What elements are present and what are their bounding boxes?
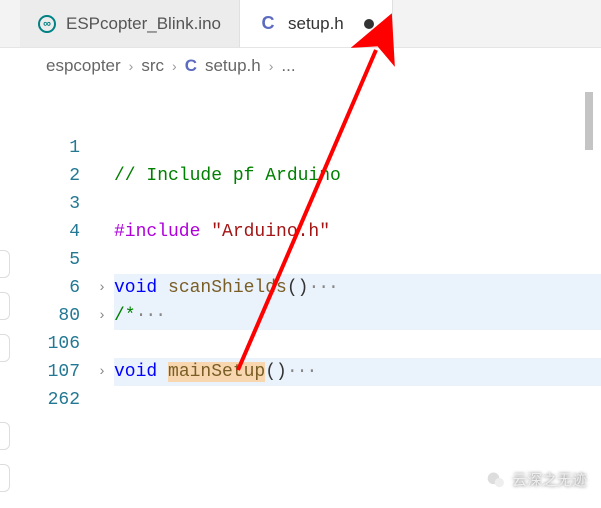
line-number: 106 [20, 330, 80, 358]
code-content[interactable]: // Include pf Arduino #include "Arduino.h… [114, 134, 601, 414]
code-line[interactable]: // Include pf Arduino [114, 162, 601, 190]
dirty-indicator-icon [364, 19, 374, 29]
line-number: 80 [20, 302, 80, 330]
fold-spacer [90, 246, 114, 274]
fold-spacer [90, 162, 114, 190]
code-token: /* [114, 306, 136, 326]
line-number: 6 [20, 274, 80, 302]
code-line[interactable]: #include "Arduino.h" [114, 218, 601, 246]
line-number: 5 [20, 246, 80, 274]
fold-spacer [90, 218, 114, 246]
code-line[interactable]: /*··· [114, 302, 601, 330]
code-token: void [114, 278, 168, 298]
tab-setup-h[interactable]: C setup.h [240, 0, 393, 47]
code-line[interactable] [114, 190, 601, 218]
fold-chevron-icon[interactable]: › [90, 358, 114, 386]
tab-label: setup.h [288, 14, 344, 34]
code-line[interactable]: void scanShields()··· [114, 274, 601, 302]
code-token: () [287, 278, 309, 298]
code-token: () [265, 362, 287, 382]
code-token: // Include pf Arduino [114, 166, 341, 186]
line-number: 2 [20, 162, 80, 190]
line-number: 4 [20, 218, 80, 246]
wechat-icon [486, 470, 506, 490]
code-line[interactable]: void mainSetup()··· [114, 358, 601, 386]
tab-espcopter-blink[interactable]: ∞ ESPcopter_Blink.ino [20, 0, 240, 47]
fold-chevron-icon[interactable]: › [90, 274, 114, 302]
c-file-icon: C [258, 14, 278, 34]
code-token: ··· [308, 278, 337, 298]
chevron-right-icon: › [172, 58, 177, 74]
fold-spacer [90, 386, 114, 414]
code-token: "Arduino.h" [211, 222, 330, 242]
fold-spacer [90, 330, 114, 358]
code-token: void [114, 362, 168, 382]
crumb-folder[interactable]: espcopter [46, 56, 121, 76]
code-line[interactable] [114, 134, 601, 162]
fold-chevron-icon[interactable]: › [90, 302, 114, 330]
code-token: ··· [136, 306, 165, 326]
fold-spacer [90, 190, 114, 218]
breadcrumb[interactable]: espcopter › src › C setup.h › ... [0, 48, 601, 84]
minimap-slider[interactable] [585, 92, 593, 150]
line-number: 262 [20, 386, 80, 414]
crumb-more[interactable]: ... [281, 56, 295, 76]
left-edge-decor [0, 250, 10, 506]
code-token: scanShields [168, 278, 287, 298]
code-token: mainSetup [168, 362, 265, 382]
code-line[interactable] [114, 330, 601, 358]
line-number: 3 [20, 190, 80, 218]
crumb-file[interactable]: setup.h [205, 56, 261, 76]
line-number: 1 [20, 134, 80, 162]
line-number: 107 [20, 358, 80, 386]
crumb-folder[interactable]: src [141, 56, 164, 76]
code-token: ··· [287, 362, 316, 382]
tab-bar: ∞ ESPcopter_Blink.ino C setup.h [0, 0, 601, 48]
code-token: #include [114, 222, 211, 242]
line-number-gutter: 12345680106107262 [20, 134, 90, 414]
tab-label: ESPcopter_Blink.ino [66, 14, 221, 34]
fold-gutter: ››› [90, 134, 114, 414]
watermark: 云深之无迹 [486, 469, 587, 490]
c-file-icon: C [185, 56, 197, 76]
code-line[interactable] [114, 246, 601, 274]
code-line[interactable] [114, 386, 601, 414]
chevron-right-icon: › [269, 58, 274, 74]
code-editor[interactable]: 12345680106107262 ››› // Include pf Ardu… [0, 84, 601, 414]
fold-spacer [90, 134, 114, 162]
watermark-text: 云深之无迹 [512, 469, 587, 490]
arduino-icon: ∞ [38, 15, 56, 33]
chevron-right-icon: › [129, 58, 134, 74]
